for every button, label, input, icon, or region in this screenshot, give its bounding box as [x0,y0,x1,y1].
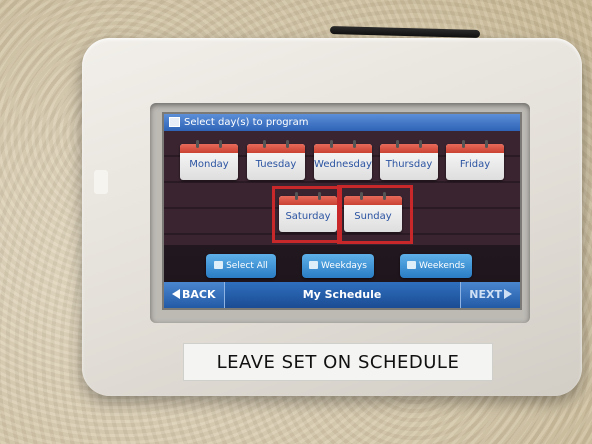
calendar-ring-icon [330,140,333,148]
day-label: Thursday [385,159,433,170]
calendar-ring-icon [396,140,399,148]
arrow-right-icon [504,289,512,299]
day-tuesday-button[interactable]: Tuesday [247,140,305,180]
next-button[interactable]: NEXT [460,282,520,308]
day-label: Tuesday [255,159,297,170]
calendar-icon [309,261,319,269]
day-label: Monday [189,159,229,170]
housing-tab [94,170,108,194]
weekdays-label: Weekdays [321,261,367,271]
day-label: Friday [459,159,491,170]
bottom-nav-bar: BACK My Schedule NEXT [164,282,520,308]
calendar-ring-icon [485,140,488,148]
day-wednesday-button[interactable]: Wednesday [314,140,372,180]
next-label: NEXT [469,288,502,301]
select-all-button[interactable]: Select All [206,254,276,278]
selection-highlight-saturday [272,186,342,243]
window-title-bar: Select day(s) to program [164,114,520,131]
calendar-ring-icon [353,140,356,148]
calendar-ring-icon [263,140,266,148]
day-friday-button[interactable]: Friday [446,140,504,180]
calendar-ring-icon [286,140,289,148]
calendar-ring-icon [462,140,465,148]
select-all-label: Select All [226,261,268,271]
selection-highlight-sunday [337,185,413,244]
window-icon [169,117,180,127]
window-title: Select day(s) to program [184,117,309,128]
calendar-icon [407,261,416,269]
day-label: Wednesday [314,159,372,170]
weekends-label: Weekends [419,261,465,271]
calendar-icon [214,261,224,269]
day-monday-button[interactable]: Monday [180,140,238,180]
calendar-ring-icon [196,140,199,148]
day-thursday-button[interactable]: Thursday [380,140,438,180]
weekends-button[interactable]: Weekends [400,254,472,278]
calendar-ring-icon [419,140,422,148]
calendar-ring-icon [219,140,222,148]
weekdays-button[interactable]: Weekdays [302,254,374,278]
instruction-label: LEAVE SET ON SCHEDULE [183,343,493,381]
